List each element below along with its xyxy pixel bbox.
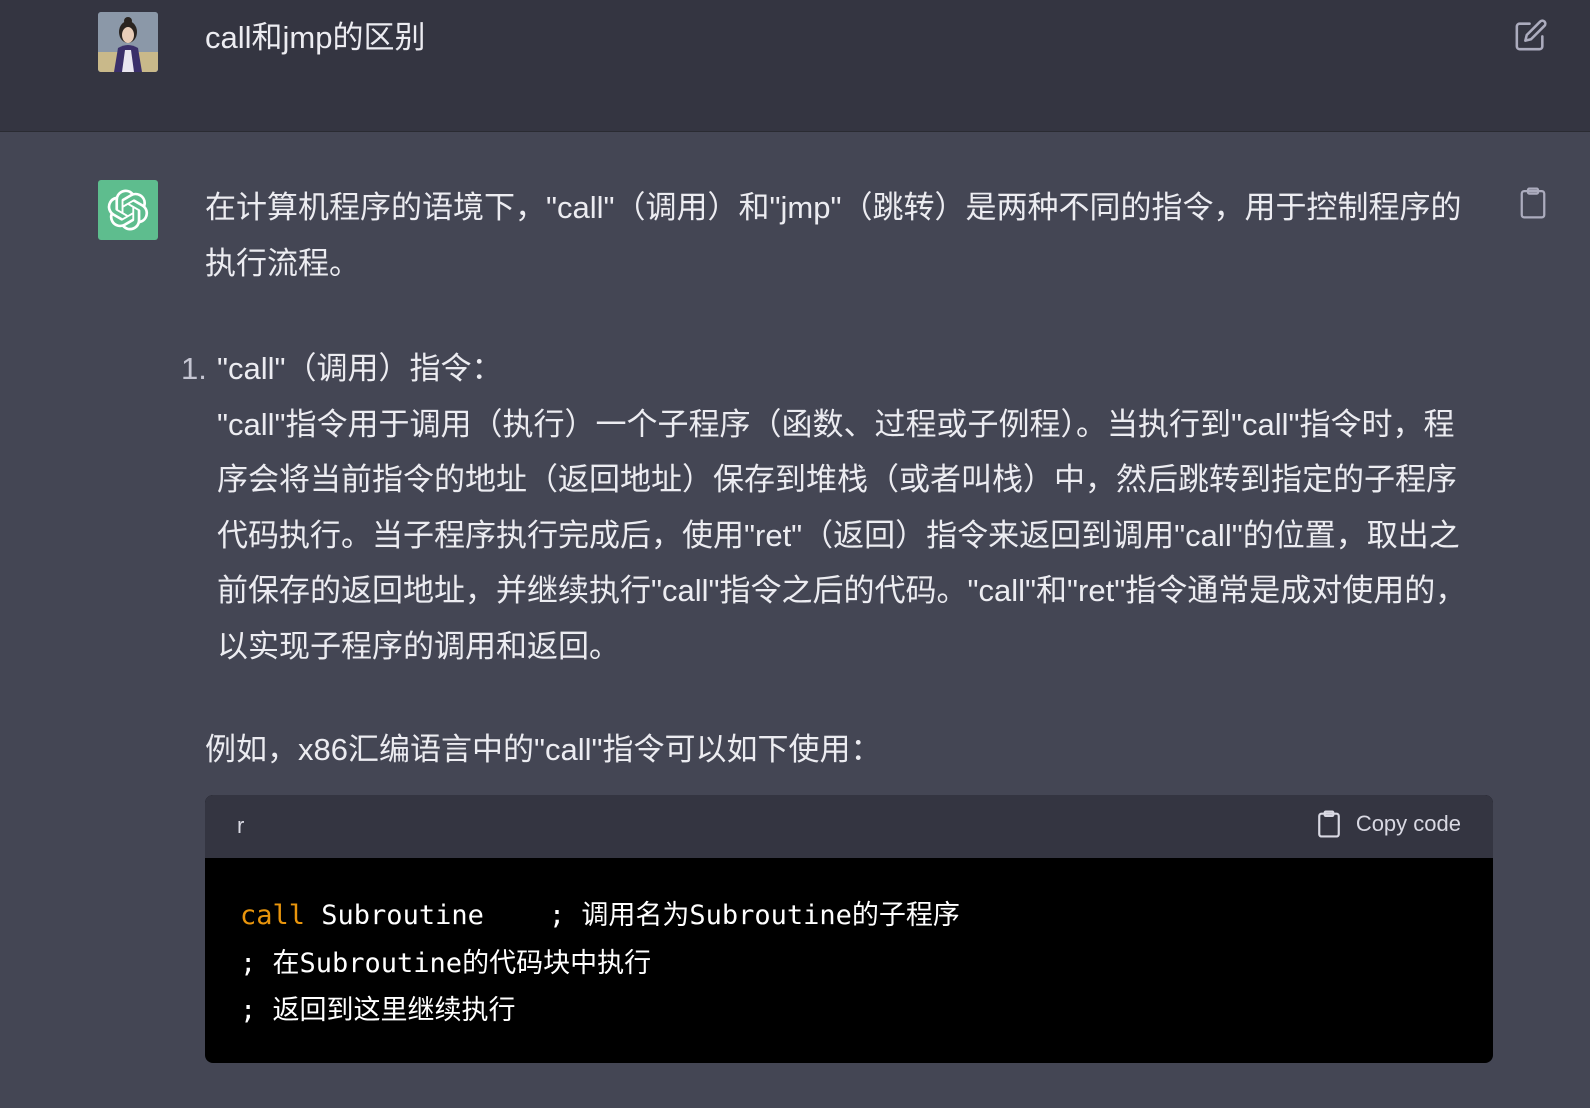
- edit-icon[interactable]: [1514, 18, 1548, 52]
- list-item-line-5: 以实现子程序的调用和返回。: [217, 628, 620, 664]
- code-block-header: r Copy code: [205, 795, 1493, 858]
- list-item-line-1: "call"指令用于调用（执行）一个子程序（函数、过程或子例程）。当执行到"ca…: [217, 406, 1455, 442]
- assistant-message-content: 在计算机程序的语境下，"call"（调用）和"jmp"（跳转）是两种不同的指令，…: [181, 180, 1500, 778]
- copy-code-button[interactable]: Copy code: [1316, 809, 1461, 839]
- list-item-line-2: 序会将当前指令的地址（返回地址）保存到堆栈（或者叫栈）中，然后跳转到指定的子程序: [217, 462, 1457, 497]
- list-item-line-3: 代码执行。当子程序执行完成后，使用"ret"（返回）指令来返回到调用"call"…: [217, 517, 1460, 553]
- user-message-row: call和jmp的区别: [0, 0, 1590, 132]
- list-item-title: "call"（调用）指令：: [217, 351, 503, 386]
- intro-line-2: 执行流程。: [205, 245, 360, 281]
- code-line-2: ; 在Subroutine的代码块中执行: [240, 947, 652, 979]
- clipboard-icon[interactable]: [1518, 186, 1548, 220]
- openai-logo-icon: [98, 180, 158, 240]
- user-avatar: [98, 12, 158, 72]
- code-line-3: ; 返回到这里继续执行: [240, 995, 516, 1026]
- user-message-text: call和jmp的区别: [205, 20, 426, 55]
- code-language-label: r: [237, 813, 245, 838]
- user-avatar-image: [98, 12, 158, 72]
- intro-paragraph: 在计算机程序的语境下，"call"（调用）和"jmp"（跳转）是两种不同的指令，…: [205, 180, 1500, 291]
- code-block: r Copy code call Subroutine ; 调用名为Subrou…: [205, 795, 1493, 1063]
- code-keyword: call: [240, 900, 306, 931]
- code-body: call Subroutine ; 调用名为Subroutine的子程序 ; 在…: [205, 858, 1493, 1063]
- ordered-list: 1. "call"（调用）指令： "call"指令用于调用（执行）一个子程序（函…: [181, 341, 1500, 674]
- list-item-line-4: 前保存的返回地址，并继续执行"call"指令之后的代码。"call"和"ret"…: [217, 573, 1467, 608]
- clipboard-icon: [1317, 810, 1340, 838]
- list-item-number: 1.: [181, 351, 207, 386]
- intro-line-1: 在计算机程序的语境下，"call"（调用）和"jmp"（跳转）是两种不同的指令，…: [205, 190, 1462, 225]
- assistant-message-row: 在计算机程序的语境下，"call"（调用）和"jmp"（跳转）是两种不同的指令，…: [0, 132, 1590, 1108]
- list-item: 1. "call"（调用）指令： "call"指令用于调用（执行）一个子程序（函…: [181, 341, 1500, 674]
- copy-code-label: Copy code: [1355, 811, 1461, 836]
- code-line-1: Subroutine ; 调用名为Subroutine的子程序: [305, 900, 960, 931]
- example-paragraph: 例如，x86汇编语言中的"call"指令可以如下使用：: [205, 732, 882, 767]
